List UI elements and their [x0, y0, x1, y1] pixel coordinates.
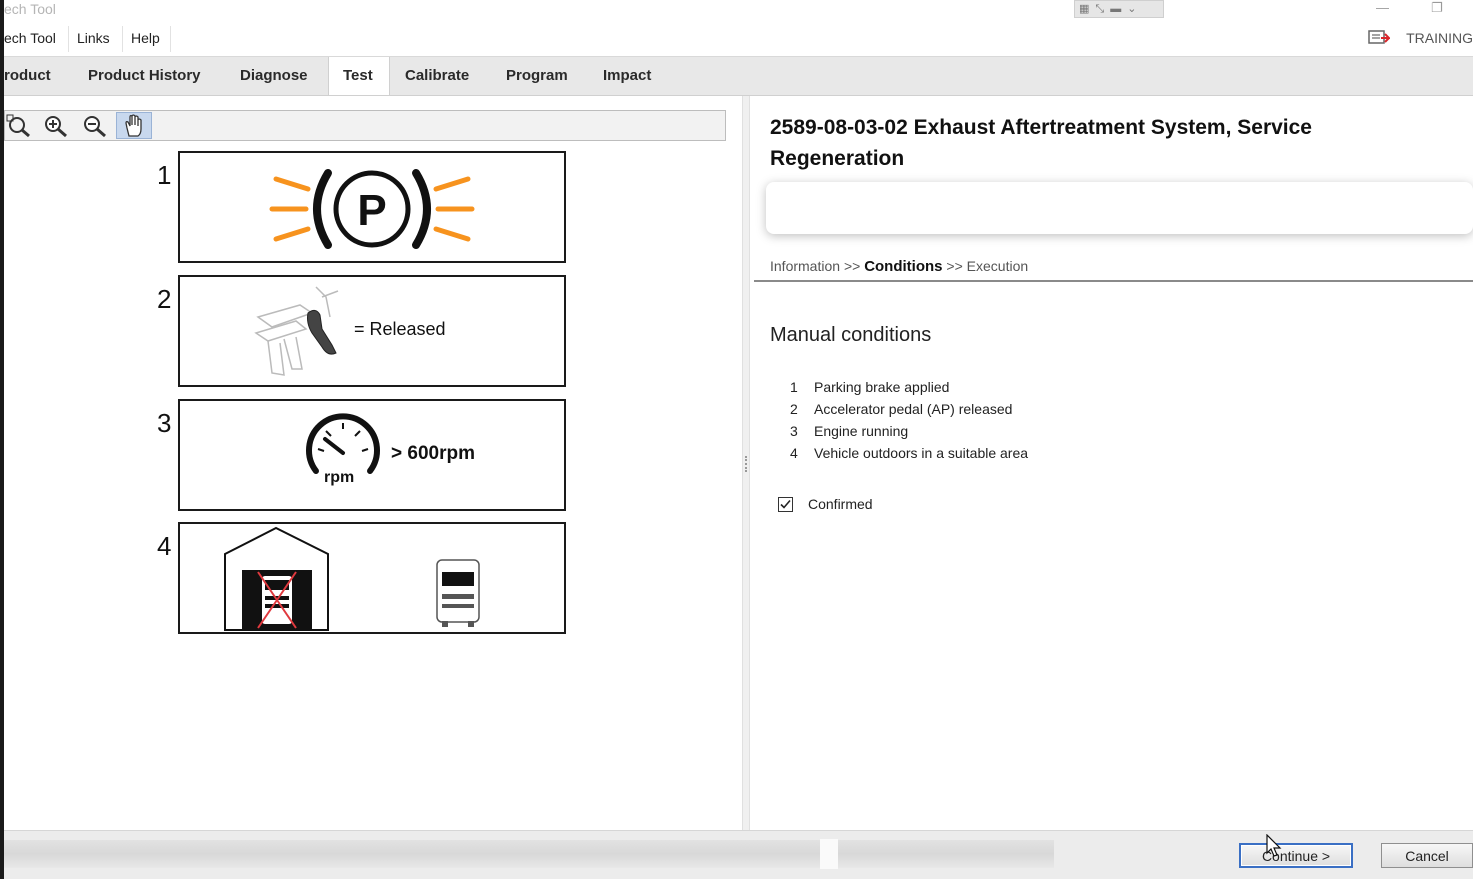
confirmed-label: Confirmed	[808, 496, 873, 512]
menu-separator	[68, 26, 69, 52]
progress-track	[4, 840, 1054, 868]
progress-indicator	[820, 839, 838, 869]
tab-test[interactable]: Test	[328, 57, 390, 95]
condition-number: 1	[790, 379, 798, 395]
condition-number: 4	[790, 445, 798, 461]
confirmed-checkbox[interactable]	[778, 496, 793, 512]
tab-program[interactable]: Program	[492, 57, 582, 95]
diagram-pane: 1 P 2 = Released 3 rpm > 600rpm 4	[4, 96, 742, 830]
menu-bar: ech Tool Links Help TRAINING	[4, 22, 1473, 57]
zoom-fit-icon	[6, 114, 30, 137]
minus-icon[interactable]: ▬	[1110, 2, 1121, 16]
accelerator-panel: = Released	[178, 275, 566, 387]
truck-outdoors-icon	[436, 559, 480, 627]
manual-conditions-heading: Manual conditions	[770, 324, 932, 346]
tab-impact[interactable]: Impact	[589, 57, 665, 95]
splitter-grip[interactable]	[745, 456, 749, 472]
main-nav: roduct Product History Diagnose Test Cal…	[4, 57, 1473, 96]
procedure-info-card	[766, 182, 1473, 234]
breadcrumb-separator: >>	[946, 258, 963, 274]
tab-diagnose[interactable]: Diagnose	[226, 57, 322, 95]
zoom-in-icon	[45, 115, 67, 137]
continue-button[interactable]: Continue >	[1239, 843, 1353, 868]
checkmark-icon	[780, 499, 791, 509]
rpm-unit-label: rpm	[324, 469, 355, 486]
condition-label: Vehicle outdoors in a suitable area	[814, 445, 1029, 461]
pane-splitter[interactable]	[742, 96, 750, 830]
tab-product[interactable]: roduct	[4, 57, 65, 95]
cancel-button[interactable]: Cancel	[1381, 843, 1473, 868]
menu-tech-tool[interactable]: ech Tool	[4, 30, 56, 46]
menu-help[interactable]: Help	[131, 30, 160, 46]
condition-number: 2	[790, 401, 798, 417]
menu-links[interactable]: Links	[77, 30, 110, 46]
step-breadcrumb: Information >> Conditions >> Execution	[770, 258, 1028, 275]
released-text: = Released	[354, 319, 446, 339]
condition-number: 3	[790, 423, 798, 439]
diagram-number-3: 3	[157, 408, 172, 438]
grid-icon[interactable]: ▦	[1079, 2, 1089, 16]
tech-tool-window: ech Tool ▦ ⤡ ▬ ⌄ — ❐ ech Tool Links Help…	[0, 0, 1473, 879]
zoom-out-icon	[84, 115, 106, 137]
parking-brake-panel: P	[178, 151, 566, 263]
section-divider	[754, 280, 1473, 282]
tab-calibrate[interactable]: Calibrate	[391, 57, 483, 95]
breadcrumb-information: Information	[770, 258, 841, 274]
hand-icon	[125, 113, 142, 137]
engine-rpm-panel: rpm > 600rpm	[178, 399, 566, 511]
parking-letter: P	[357, 186, 386, 235]
diagram-number-2: 2	[157, 284, 172, 314]
condition-label: Parking brake applied	[814, 379, 950, 395]
pan-button[interactable]	[116, 112, 152, 139]
menu-separator	[170, 26, 171, 52]
procedure-pane: 2589-08-03-02 Exhaust Aftertreatment Sys…	[750, 96, 1473, 830]
restore-button[interactable]: ❐	[1431, 0, 1443, 16]
training-label: TRAINING	[1406, 30, 1473, 46]
breadcrumb-separator: >>	[843, 258, 861, 274]
bottom-bar: Continue > Cancel	[4, 830, 1473, 879]
breadcrumb-conditions: Conditions	[864, 258, 943, 275]
parking-brake-icon: P	[269, 169, 475, 249]
tachometer-icon	[306, 413, 380, 474]
menu-separator	[122, 26, 123, 52]
condition-label: Accelerator pedal (AP) released	[814, 401, 1013, 417]
confirmed-control[interactable]: Confirmed	[778, 496, 873, 512]
training-mode-icon[interactable]	[1368, 29, 1390, 47]
diagram-number-4: 4	[157, 531, 172, 561]
tab-product-history[interactable]: Product History	[74, 57, 215, 95]
diagram-number-1: 1	[157, 160, 172, 190]
window-tool-group[interactable]: ▦ ⤡ ▬ ⌄	[1074, 0, 1164, 18]
garage-forbidden-icon	[224, 526, 480, 631]
vehicle-location-panel	[178, 522, 566, 634]
minimize-button[interactable]: —	[1376, 0, 1389, 15]
breadcrumb-execution: Execution	[966, 258, 1029, 274]
condition-label: Engine running	[814, 423, 909, 439]
collapse-icon[interactable]: ⤡	[1095, 2, 1104, 16]
zoom-fit-button[interactable]	[4, 112, 37, 139]
zoom-in-button[interactable]	[38, 112, 74, 139]
rpm-threshold: > 600rpm	[391, 443, 475, 464]
title-bar: ech Tool ▦ ⤡ ▬ ⌄ — ❐	[4, 0, 1473, 22]
image-toolbar	[4, 110, 726, 141]
window-title: ech Tool	[4, 1, 56, 17]
mouse-pointer-icon	[1266, 834, 1282, 857]
procedure-title: 2589-08-03-02 Exhaust Aftertreatment Sys…	[770, 116, 1312, 170]
chevron-down-icon[interactable]: ⌄	[1127, 2, 1136, 16]
zoom-out-button[interactable]	[77, 112, 113, 139]
